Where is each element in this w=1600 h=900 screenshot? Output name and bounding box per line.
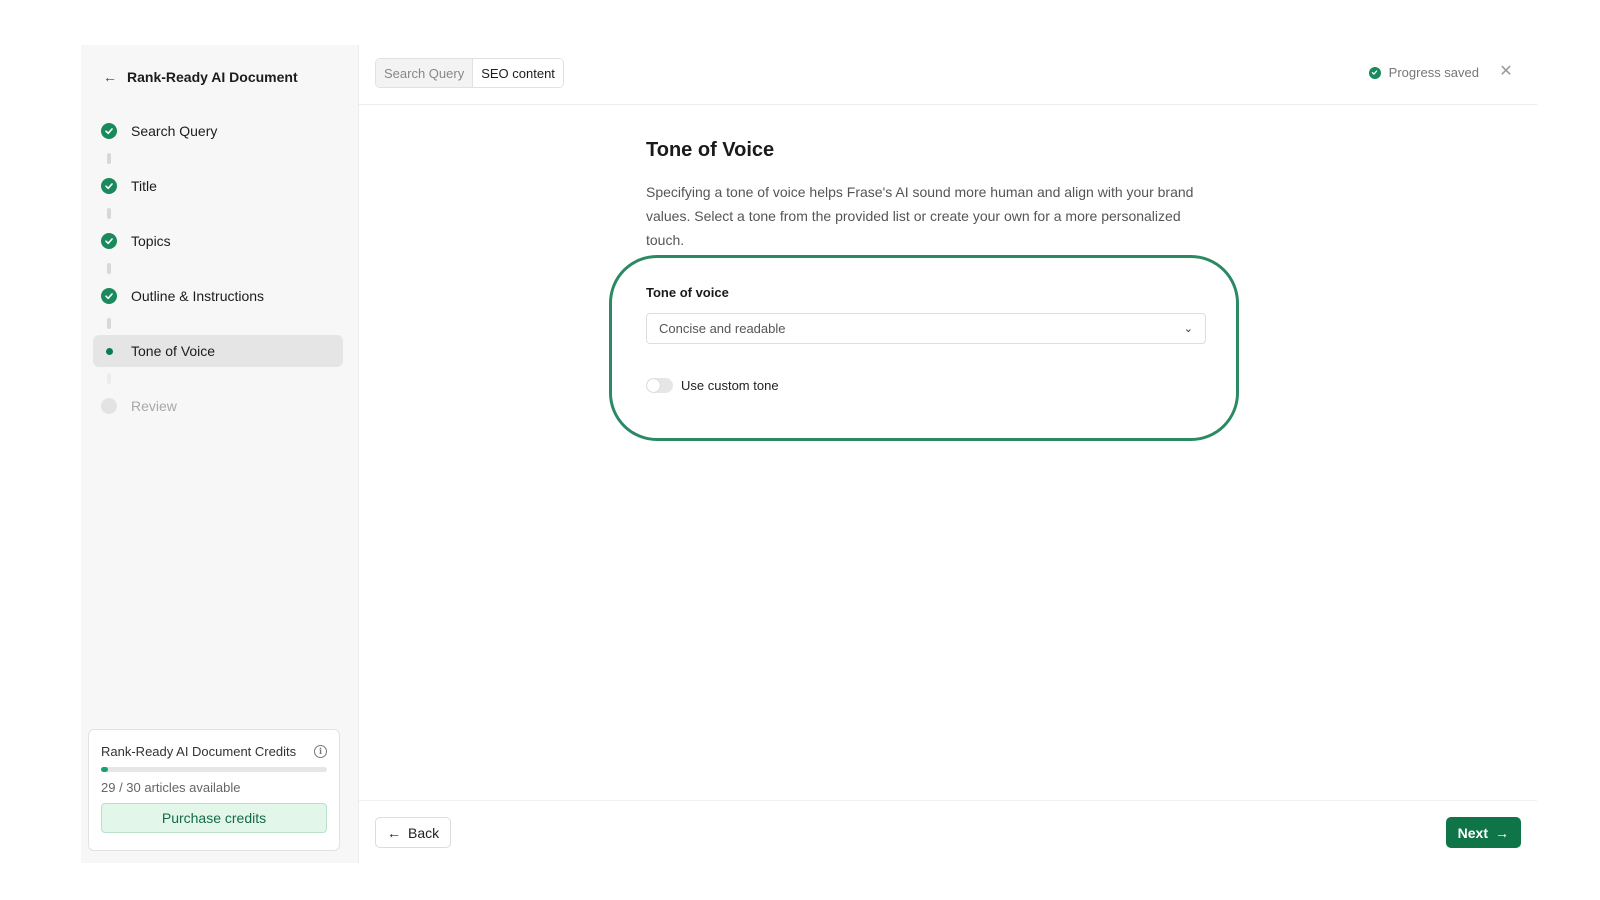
step-tone-of-voice[interactable]: Tone of Voice: [93, 335, 343, 367]
top-bar: Search Query SEO content Progress saved …: [359, 45, 1537, 105]
highlight-outline: [609, 255, 1239, 441]
credits-header: Rank-Ready AI Document Credits i: [101, 744, 327, 759]
step-label: Review: [131, 398, 177, 414]
back-button[interactable]: ← Back: [375, 817, 452, 848]
check-icon: [101, 123, 117, 139]
back-button-label: Back: [408, 824, 440, 841]
step-connector: [107, 208, 111, 219]
tone-select[interactable]: Concise and readable ⌄: [646, 313, 1206, 344]
check-icon: [101, 233, 117, 249]
save-status-text: Progress saved: [1388, 65, 1479, 80]
step-label: Search Query: [131, 123, 218, 139]
tab-search-query[interactable]: Search Query: [376, 59, 473, 87]
step-list: Search Query Title Topics Outline & Inst…: [93, 115, 343, 422]
current-dot-icon: [101, 343, 117, 359]
step-connector: [107, 373, 111, 384]
pending-circle-icon: [101, 398, 117, 414]
step-topics[interactable]: Topics: [93, 225, 343, 257]
save-status: Progress saved: [1368, 65, 1479, 80]
close-icon[interactable]: ✕: [1497, 63, 1515, 81]
step-review[interactable]: Review: [93, 390, 343, 422]
step-label: Topics: [131, 233, 171, 249]
sidebar: ← Rank-Ready AI Document Search Query Ti…: [81, 45, 359, 863]
info-icon[interactable]: i: [314, 745, 327, 758]
step-title[interactable]: Title: [93, 170, 343, 202]
chevron-down-icon: ⌄: [1183, 323, 1193, 335]
tone-section: Tone of Voice Specifying a tone of voice…: [646, 139, 1206, 252]
arrow-right-icon: →: [1495, 824, 1509, 841]
custom-tone-row: Use custom tone: [646, 378, 779, 393]
document-title: Rank-Ready AI Document: [127, 69, 298, 85]
step-connector: [107, 263, 111, 274]
purchase-credits-button[interactable]: Purchase credits: [101, 803, 327, 833]
arrow-left-icon: ←: [387, 824, 401, 841]
step-connector: [107, 318, 111, 329]
mode-tabs: Search Query SEO content: [375, 58, 564, 88]
credits-progress-bar: [101, 767, 327, 772]
custom-tone-label: Use custom tone: [681, 378, 779, 393]
custom-tone-toggle[interactable]: [646, 378, 673, 393]
main-panel: Search Query SEO content Progress saved …: [359, 45, 1537, 863]
tab-seo-content[interactable]: SEO content: [472, 59, 563, 87]
section-description: Specifying a tone of voice helps Frase's…: [646, 184, 1194, 248]
page-title: Tone of Voice: [646, 139, 775, 161]
sidebar-header: ← Rank-Ready AI Document: [103, 65, 298, 89]
step-outline-instructions[interactable]: Outline & Instructions: [93, 280, 343, 312]
credits-count: 29 / 30 articles available: [101, 780, 241, 795]
app-window: ← Rank-Ready AI Document Search Query Ti…: [81, 45, 1537, 863]
step-label: Tone of Voice: [131, 343, 216, 359]
step-search-query[interactable]: Search Query: [93, 115, 343, 147]
step-label: Outline & Instructions: [131, 288, 265, 304]
tone-field-label: Tone of voice: [646, 285, 729, 300]
check-icon: [1368, 66, 1381, 79]
footer-bar: ← Back Next →: [359, 800, 1537, 863]
step-label: Title: [131, 178, 157, 194]
step-connector: [107, 153, 111, 164]
next-button-label: Next: [1457, 824, 1488, 841]
check-icon: [101, 288, 117, 304]
next-button[interactable]: Next →: [1445, 817, 1521, 848]
credits-card: Rank-Ready AI Document Credits i 29 / 30…: [88, 729, 340, 851]
tone-select-value: Concise and readable: [659, 321, 786, 336]
credits-progress-fill: [101, 767, 109, 772]
check-icon: [101, 178, 117, 194]
credits-title: Rank-Ready AI Document Credits: [101, 744, 297, 759]
back-arrow-icon[interactable]: ←: [103, 69, 117, 85]
